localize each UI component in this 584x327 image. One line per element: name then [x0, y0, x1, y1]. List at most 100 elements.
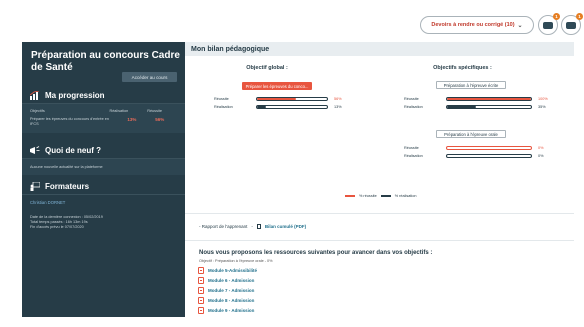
ecrite-reussite-bar — [446, 97, 532, 101]
chart-legend: % réussite % réalisation — [345, 194, 416, 198]
module-link[interactable]: Module 5-Admissibilité — [198, 267, 257, 274]
document-icon — [198, 287, 204, 294]
module-label: Module 7 - Admission — [208, 288, 255, 293]
orale-realisation-bar — [446, 154, 532, 158]
ecrite-reussite-fill — [447, 98, 531, 100]
bilan-cumule-link[interactable]: Bilan cumulé (PDF) — [265, 224, 306, 229]
notification-badge: 1 — [576, 13, 583, 20]
page-title: Mon bilan pédagogique — [185, 42, 574, 56]
module-label: Module 9 - Admission — [208, 308, 255, 313]
legend-reussite-swatch — [345, 195, 355, 197]
document-icon — [198, 297, 204, 304]
orale-reussite-bar — [446, 146, 532, 150]
trainers-title: Formateurs — [45, 182, 90, 191]
progression-row: Préparer les épreuves du concours d'entr… — [22, 115, 185, 133]
ecrite-realisation-value: 35% — [538, 105, 546, 109]
reussite-label: Réussite — [404, 97, 419, 101]
progression-heading: Ma progression — [22, 88, 185, 104]
reports-separator: - — [251, 224, 253, 229]
access-course-button[interactable]: Accéder au cours — [122, 72, 177, 82]
global-objective-pill[interactable]: Préparer les épreuves du conco... — [242, 82, 312, 90]
reussite-label: Réussite — [214, 97, 229, 101]
ecrite-realisation-fill — [447, 106, 477, 108]
reussite-value: 56% — [155, 117, 165, 122]
global-realisation-bar — [256, 105, 328, 109]
trainers-heading: Formateurs — [22, 179, 185, 195]
orale-reussite-value: 0% — [538, 146, 544, 150]
global-reussite-row: Réussite 56% — [214, 96, 342, 102]
legend-reussite: % réussite — [359, 194, 377, 198]
course-title: Préparation au concours Cadre de Santé — [31, 50, 180, 73]
divider — [185, 240, 574, 241]
pdf-icon — [256, 224, 261, 229]
notification-badge: 1 — [553, 13, 560, 20]
module-link[interactable]: Module 9 - Admission — [198, 307, 254, 314]
orale-realisation-row: Réalisation 0% — [404, 153, 544, 159]
recommendations-subtitle: Objectif : Préparation à l'épreuve orale… — [199, 259, 273, 263]
col-realisation: Réalisation — [109, 109, 129, 113]
global-realisation-fill — [257, 106, 267, 108]
rapport-apprenant-link[interactable]: - Rapport de l'apprenant — [199, 224, 247, 229]
page: Devoirs à rendre ou corrigé (10) ⌄ 1 1 P… — [0, 0, 584, 327]
ecrite-reussite-value: 100% — [538, 97, 548, 101]
news-item: Aucune nouvelle actualité sur la platefo… — [22, 159, 185, 175]
trainer-name-link[interactable]: Christian DORNET — [22, 195, 185, 207]
module-label: Module 8 - Admission — [208, 298, 255, 303]
global-realisation-row: Réalisation 13% — [214, 104, 342, 110]
document-icon — [198, 267, 204, 274]
realisation-label: Réalisation — [214, 105, 233, 109]
col-reussite: Réussite — [147, 109, 162, 113]
specific-objectives-panel: Objectifs spécifiques : Préparation à l'… — [351, 56, 574, 187]
realisation-label: Réalisation — [404, 105, 423, 109]
objective-orale-pill[interactable]: Préparation à l'épreuve orale — [436, 130, 506, 138]
orale-reussite-row: Réussite 0% — [404, 145, 544, 151]
orale-realisation-value: 0% — [538, 154, 544, 158]
module-link[interactable]: Module 8 - Admission — [198, 297, 254, 304]
legend-realisation-swatch — [380, 195, 391, 197]
specific-objectives-title: Objectifs spécifiques : — [433, 65, 492, 71]
chat-icon — [566, 21, 576, 29]
devoirs-label: Devoirs à rendre ou corrigé (10) — [431, 22, 515, 28]
ecrite-reussite-row: Réussite 100% — [404, 96, 548, 102]
devoirs-dropdown-button[interactable]: Devoirs à rendre ou corrigé (10) ⌄ — [420, 16, 534, 34]
reussite-label: Réussite — [404, 146, 419, 150]
col-objectifs: Objectifs — [30, 109, 45, 113]
global-reussite-bar — [256, 97, 328, 101]
objective-ecrite-pill[interactable]: Préparation à l'épreuve écrite — [436, 81, 506, 89]
progression-title: Ma progression — [45, 91, 105, 100]
access-end-date: Fin d'accès prévu le 07/07/2020 — [30, 225, 84, 230]
divider — [185, 213, 574, 214]
chat-button[interactable]: 1 — [561, 13, 583, 35]
global-objective-panel: Objectif global : Préparer les épreuves … — [185, 56, 349, 187]
trainer-icon — [30, 182, 40, 191]
trainers-section: Formateurs Christian DORNET Date de la d… — [22, 179, 185, 231]
module-link[interactable]: Module 7 - Admission — [198, 287, 254, 294]
global-realisation-value: 13% — [334, 105, 342, 109]
recommendations-title: Nous vous proposons les ressources suiva… — [199, 250, 433, 256]
document-icon — [198, 277, 204, 284]
ecrite-realisation-row: Réalisation 35% — [404, 104, 546, 110]
document-icon — [198, 307, 204, 314]
main-content: Mon bilan pédagogique Objectif global : … — [185, 42, 574, 317]
mail-icon — [543, 21, 553, 29]
legend-realisation: % réalisation — [394, 194, 417, 198]
realisation-label: Réalisation — [404, 154, 423, 158]
module-link[interactable]: Module 6 - Admission — [198, 277, 254, 284]
news-title: Quoi de neuf ? — [45, 146, 101, 155]
sidebar: Préparation au concours Cadre de Santé A… — [22, 42, 185, 317]
progression-section: Ma progression Objectifs Réalisation Réu… — [22, 88, 185, 133]
top-bar: Devoirs à rendre ou corrigé (10) ⌄ 1 1 — [0, 0, 584, 40]
global-objective-title: Objectif global : — [246, 65, 288, 71]
messages-button[interactable]: 1 — [538, 13, 560, 35]
megaphone-icon — [30, 146, 40, 154]
module-label: Module 5-Admissibilité — [208, 268, 258, 273]
reports-row: - Rapport de l'apprenant - Bilan cumulé … — [199, 224, 306, 229]
module-label: Module 6 - Admission — [208, 278, 255, 283]
chart-icon — [30, 91, 40, 100]
realisation-value: 13% — [127, 117, 137, 122]
ecrite-realisation-bar — [446, 105, 532, 109]
progression-columns: Objectifs Réalisation Réussite — [22, 104, 185, 115]
objective-label: Préparer les épreuves du concours d'entr… — [30, 117, 110, 126]
global-reussite-value: 56% — [334, 97, 342, 101]
chevron-down-icon: ⌄ — [517, 22, 523, 29]
